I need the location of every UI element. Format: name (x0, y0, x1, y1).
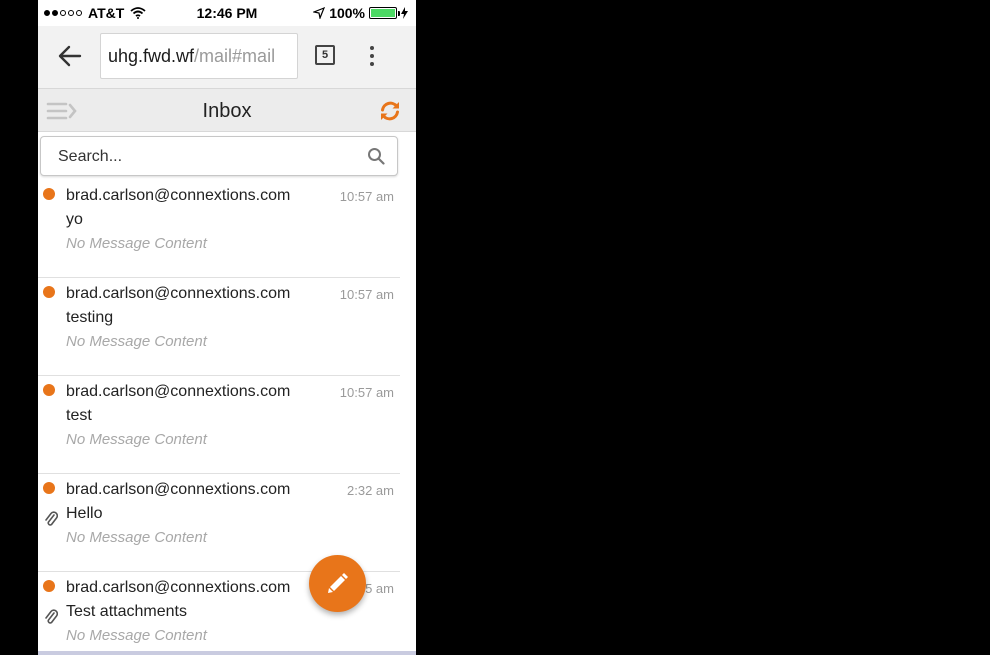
search-input[interactable] (41, 137, 370, 177)
url-path: /mail#mail (194, 46, 276, 66)
message-sender: brad.carlson@connextions.com (66, 579, 291, 596)
url-field[interactable]: uhg.fwd.wf/mail#mail (100, 33, 298, 79)
message-preview: No Message Content (66, 627, 207, 644)
message-time: 10:57 am (339, 385, 394, 400)
unread-dot (43, 384, 55, 396)
message-preview: No Message Content (66, 333, 207, 350)
message-time: 10:57 am (339, 189, 394, 204)
bottom-edge (38, 651, 416, 655)
status-bar: AT&T 12:46 PM 100% (38, 0, 416, 26)
tabs-count-button[interactable]: 5 (315, 45, 335, 65)
message-sender: brad.carlson@connextions.com (66, 481, 291, 498)
more-vertical-icon[interactable] (364, 43, 380, 69)
unread-dot (43, 286, 55, 298)
message-subject: Hello (66, 505, 103, 522)
message-subject: testing (66, 309, 114, 326)
message-subject: test (66, 407, 92, 424)
message-preview: No Message Content (66, 431, 207, 448)
message-time: 10:57 am (339, 287, 394, 302)
message-subject: Test attachments (66, 603, 187, 620)
pencil-icon (328, 573, 348, 593)
refresh-icon[interactable] (378, 99, 402, 123)
location-arrow-icon (313, 7, 326, 19)
message-sender: brad.carlson@connextions.com (66, 285, 291, 302)
message-subject: yo (66, 211, 83, 228)
message-row[interactable]: brad.carlson@connextions.com 10:57 am te… (38, 376, 400, 474)
message-preview: No Message Content (66, 235, 207, 252)
message-row[interactable]: brad.carlson@connextions.com 10:57 am te… (38, 278, 400, 376)
browser-toolbar: uhg.fwd.wf/mail#mail 5 (38, 26, 416, 88)
search-icon[interactable] (367, 147, 385, 165)
search-box (40, 136, 398, 177)
battery-fill (371, 9, 395, 17)
message-sender: brad.carlson@connextions.com (66, 383, 291, 400)
status-right: 100% (313, 5, 408, 21)
phone-screen: AT&T 12:46 PM 100% uhg.fwd.wf/mail#mail … (38, 0, 416, 655)
app-header: Inbox (38, 88, 416, 132)
back-arrow-icon[interactable] (56, 42, 84, 70)
message-row[interactable]: brad.carlson@connextions.com 10:57 am yo… (38, 180, 400, 278)
unread-dot (43, 482, 55, 494)
page-title: Inbox (202, 100, 252, 122)
battery-icon (369, 7, 400, 19)
paperclip-icon (45, 511, 58, 526)
unread-dot (43, 188, 55, 200)
message-preview: No Message Content (66, 529, 207, 546)
unread-dot (43, 580, 55, 592)
compose-button[interactable] (309, 555, 366, 612)
message-sender: brad.carlson@connextions.com (66, 187, 291, 204)
url-host: uhg.fwd.wf (108, 46, 195, 66)
battery-percent: 100% (329, 5, 365, 21)
message-time: 5 am (365, 581, 394, 596)
charging-bolt-icon (401, 7, 408, 19)
paperclip-icon (45, 609, 58, 624)
message-time: 2:32 am (347, 483, 394, 498)
